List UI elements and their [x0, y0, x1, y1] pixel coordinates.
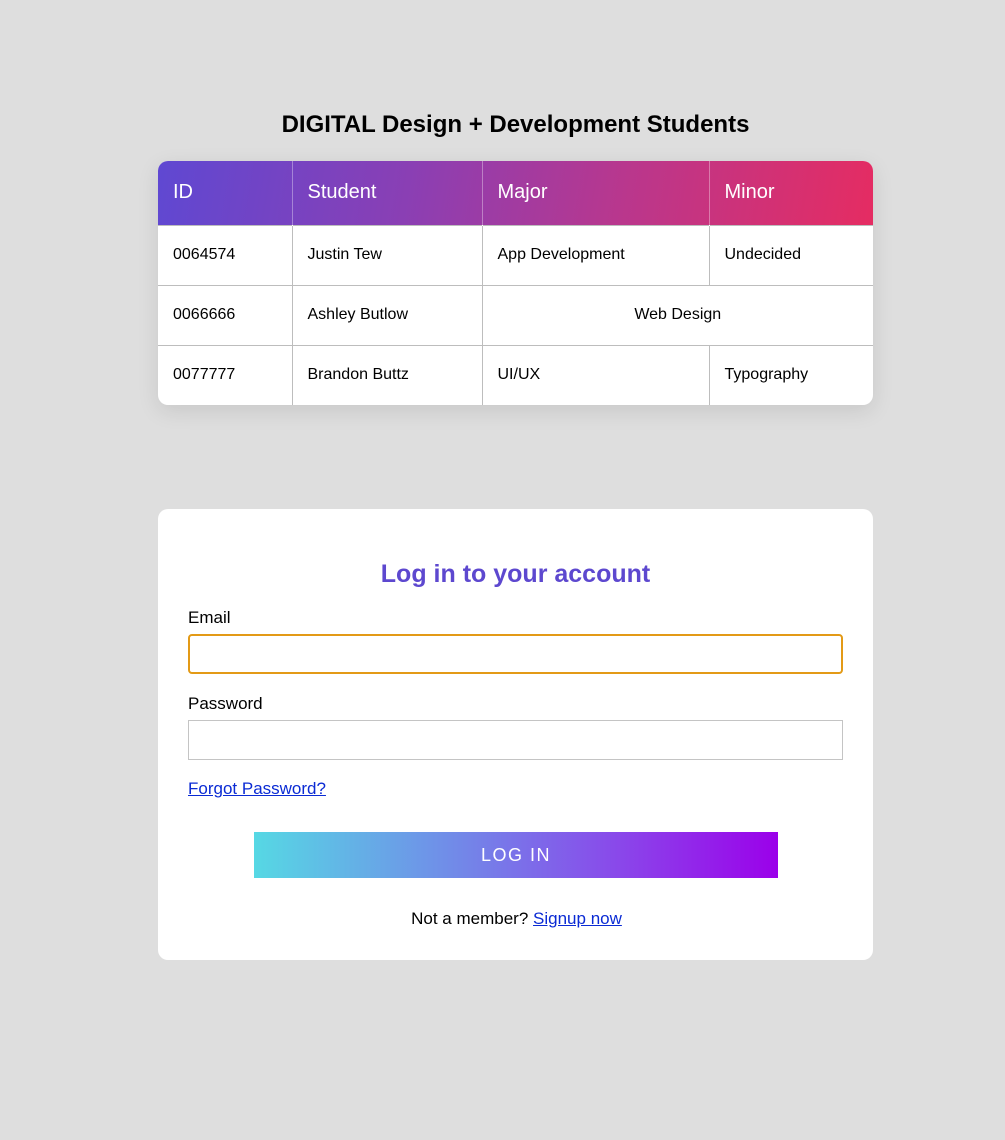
login-card: Log in to your account Email Password Fo… [158, 509, 873, 960]
cell-id: 0077777 [158, 344, 293, 405]
forgot-password-link[interactable]: Forgot Password? [188, 779, 326, 799]
cell-id: 0064574 [158, 224, 293, 285]
table-row: 0064574 Justin Tew App Development Undec… [158, 224, 873, 285]
signup-link[interactable]: Signup now [533, 909, 622, 928]
cell-student: Justin Tew [292, 224, 483, 285]
column-header-minor: Minor [724, 181, 775, 204]
password-field[interactable] [188, 720, 843, 760]
cell-major: UI/UX [482, 344, 710, 405]
cell-minor: Undecided [709, 224, 873, 285]
signup-prompt: Not a member? [411, 909, 529, 928]
column-header-major: Major [482, 161, 710, 225]
cell-student: Brandon Buttz [292, 344, 483, 405]
login-title: Log in to your account [380, 560, 651, 588]
password-label: Password [188, 694, 263, 713]
email-label: Email [188, 608, 231, 627]
table-title: DIGITAL Design + Development Students [281, 111, 750, 138]
students-table: ID Student Major Minor 0064574 Justin Te… [158, 161, 873, 405]
signup-row: Not a member? Signup now [158, 909, 875, 929]
cell-minor: Typography [709, 344, 873, 405]
cell-student: Ashley Butlow [292, 284, 483, 345]
column-header-student: Student [292, 161, 483, 225]
login-button[interactable]: LOG IN [254, 832, 778, 878]
cell-major-minor: Web Design [482, 284, 873, 345]
cell-id: 0066666 [158, 284, 293, 345]
table-row: 0066666 Ashley Butlow Web Design [158, 284, 873, 345]
table-header-row: ID Student Major Minor [158, 161, 873, 225]
column-header-id: ID [158, 161, 293, 225]
cell-major: App Development [482, 224, 710, 285]
email-field[interactable] [188, 634, 843, 674]
table-row: 0077777 Brandon Buttz UI/UX Typography [158, 344, 873, 405]
